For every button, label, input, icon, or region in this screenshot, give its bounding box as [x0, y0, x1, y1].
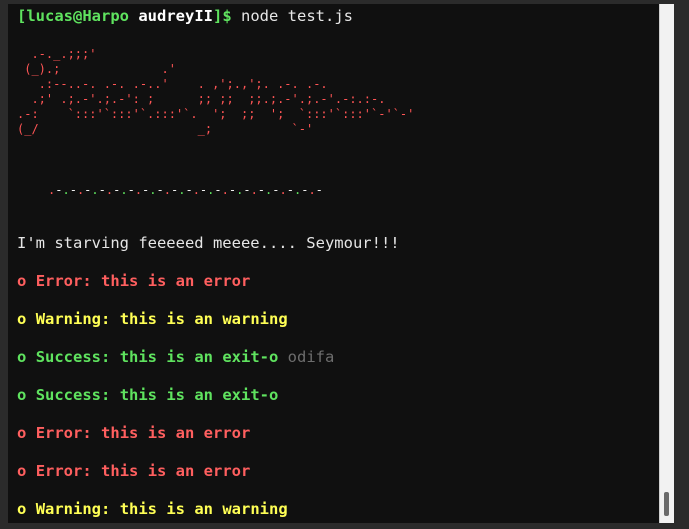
divider-char: - — [286, 183, 294, 197]
divider-char: - — [185, 183, 193, 197]
success-label: Success: — [35, 348, 111, 366]
success-text: this is an exit-o — [119, 386, 279, 404]
log-line-error: o Error: this is an error — [17, 424, 250, 442]
error-text: this is an error — [101, 462, 251, 480]
ascii-art-line: (_/ _; `-' — [17, 122, 314, 136]
bullet: o — [17, 310, 27, 328]
divider-char: . — [149, 183, 157, 197]
divider-char: . — [221, 183, 229, 197]
divider-char: . — [62, 183, 70, 197]
divider-char: - — [214, 183, 222, 197]
log-line-success: o Success: this is an exit-o odifa — [17, 348, 334, 366]
bullet: o — [17, 500, 27, 518]
divider-char: . — [91, 183, 99, 197]
log-line-success: o Success: this is an exit-o — [17, 386, 278, 404]
error-label: Error: — [35, 462, 92, 480]
divider-char: . — [192, 183, 200, 197]
log-line-error: o Error: this is an error — [17, 462, 250, 480]
log-line-warning: o Warning: this is an warning — [17, 500, 288, 518]
ascii-art-line: .;' .;.-'.;.-': ; ;; ;; ;;.;.-'.;.-'.-:.… — [17, 92, 386, 106]
log-line-warning: o Warning: this is an warning — [17, 310, 288, 328]
ghost-text: odifa — [287, 348, 335, 366]
output-starving: I'm starving feeeeed meeee.... Seymour!!… — [17, 234, 400, 252]
warning-text: this is an warning — [119, 500, 288, 518]
divider-char: . — [120, 183, 128, 197]
scrollbar-thumb[interactable] — [664, 492, 669, 516]
log-line-error: o Error: this is an error — [17, 272, 250, 290]
divider-char: - — [98, 183, 106, 197]
success-label: Success: — [35, 386, 111, 404]
divider-char: - — [69, 183, 77, 197]
bullet: o — [17, 462, 27, 480]
warning-label: Warning: — [35, 310, 111, 328]
prompt-symbol: ]$ — [212, 7, 232, 25]
command-text: node test.js — [241, 7, 353, 25]
terminal-window[interactable]: [lucas@Harpo audreyII]$ node test.js .-.… — [8, 4, 659, 523]
warning-text: this is an warning — [119, 310, 288, 328]
bullet: o — [17, 272, 27, 290]
prompt-cwd: audreyII — [138, 7, 213, 25]
error-label: Error: — [35, 272, 92, 290]
ascii-art-line: (_).; .' — [17, 62, 176, 76]
error-text: this is an error — [101, 272, 251, 290]
divider-char: . — [308, 183, 316, 197]
divider-char: . — [250, 183, 258, 197]
bullet: o — [17, 348, 27, 366]
divider-char: - — [243, 183, 251, 197]
ascii-art-banner: .-._.;;;' (_).; .' .:--..-. .-. .-..' . … — [17, 47, 414, 137]
divider-char: - — [272, 183, 280, 197]
prompt-user-host: [lucas@Harpo — [17, 7, 129, 25]
bullet: o — [17, 386, 27, 404]
ascii-art-line: .-: `:::'`:::'`.:::'`. '; ;; '; `:::'`::… — [17, 107, 415, 121]
divider-char: - — [257, 183, 266, 197]
ascii-art-line: .-._.;;;' — [17, 47, 97, 61]
error-text: this is an error — [101, 424, 251, 442]
warning-label: Warning: — [35, 500, 111, 518]
divider-char: . — [279, 183, 287, 197]
divider-char: - — [228, 183, 237, 197]
divider-char: . — [163, 183, 171, 197]
prompt-line: [lucas@Harpo audreyII]$ node test.js — [17, 7, 353, 25]
bullet: o — [17, 424, 27, 442]
divider-char: - — [156, 183, 164, 197]
divider-char: - — [315, 183, 323, 197]
error-label: Error: — [35, 424, 92, 442]
ascii-art-line: .:--..-. .-. .-..' . ,';.,';. .-. .-. — [17, 77, 328, 91]
divider-char: . — [134, 183, 143, 197]
success-text: this is an exit-o — [119, 348, 279, 366]
vertical-scrollbar[interactable] — [659, 4, 674, 523]
ascii-divider: .-.-.-.-.-.-.-.-.-.-.-.-.-.-.-.-.-.-.- — [48, 183, 323, 198]
divider-char: - — [127, 183, 135, 197]
